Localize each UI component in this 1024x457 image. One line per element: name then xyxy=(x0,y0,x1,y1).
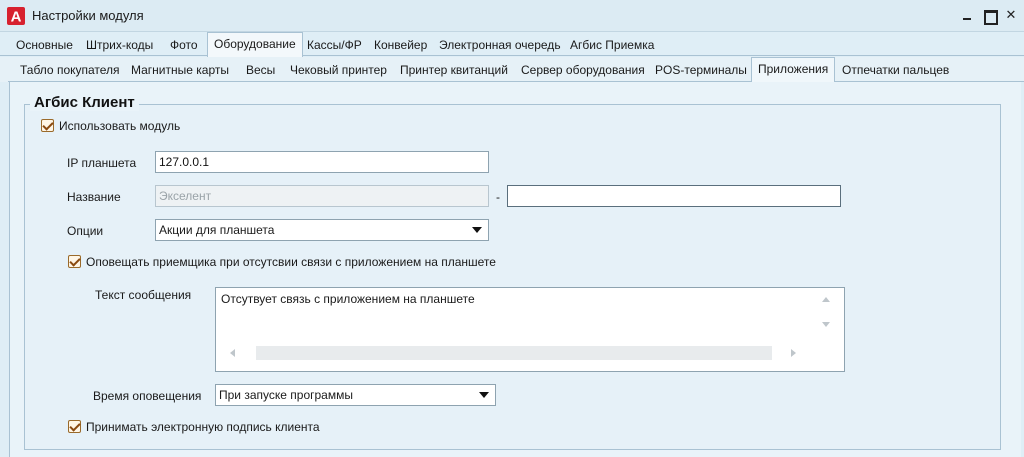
message-text: Отсутвует связь с приложением на планшет… xyxy=(221,292,475,306)
tab-ticket-printer[interactable]: Принтер квитанций xyxy=(400,61,508,81)
tab-main-basic[interactable]: Основные xyxy=(16,36,73,56)
tab-magnetic-cards[interactable]: Магнитные карты xyxy=(131,61,229,81)
tab-scales[interactable]: Весы xyxy=(246,61,275,81)
tab-main-agbis-reception[interactable]: Агбис Приемка xyxy=(570,36,654,56)
group-title: Агбис Клиент xyxy=(30,94,139,111)
name-suffix-input[interactable] xyxy=(507,185,841,207)
svg-text:A: A xyxy=(11,9,22,26)
applications-panel: Агбис Клиент Использовать модуль IP план… xyxy=(9,82,1021,457)
options-select-value: Акции для планшета xyxy=(159,223,275,237)
signature-label: Принимать электронную подпись клиента xyxy=(86,420,320,434)
equipment-tabs: Табло покупателя Магнитные карты Весы Че… xyxy=(0,57,1024,82)
tab-main-conveyor[interactable]: Конвейер xyxy=(374,36,427,56)
name-separator: - xyxy=(496,190,500,204)
minimize-button[interactable] xyxy=(958,6,976,24)
window-titlebar: A Настройки модуля ✕ xyxy=(0,0,1024,32)
scroll-down-icon[interactable] xyxy=(822,322,830,327)
ip-label: IP планшета xyxy=(67,156,137,170)
tab-receipt-printer[interactable]: Чековый принтер xyxy=(290,61,387,81)
use-module-checkbox[interactable] xyxy=(41,119,54,132)
horizontal-scrollbar[interactable] xyxy=(256,346,772,360)
tab-main-equipment[interactable]: Оборудование xyxy=(207,32,303,57)
options-select[interactable]: Акции для планшета xyxy=(155,219,489,241)
tab-main-photo[interactable]: Фото xyxy=(170,36,198,56)
notify-checkbox[interactable] xyxy=(68,255,81,268)
window-title: Настройки модуля xyxy=(32,8,144,23)
signature-checkbox[interactable] xyxy=(68,420,81,433)
notify-time-select[interactable]: При запуске программы xyxy=(215,384,496,406)
ip-input[interactable] xyxy=(155,151,489,173)
tab-equipment-server[interactable]: Сервер оборудования xyxy=(521,61,645,81)
scroll-right-icon[interactable] xyxy=(791,349,796,357)
scroll-up-icon[interactable] xyxy=(822,297,830,302)
tab-pos-terminals[interactable]: POS-терминалы xyxy=(655,61,747,81)
name-input xyxy=(155,185,489,207)
maximize-button[interactable] xyxy=(980,6,998,25)
tab-customer-display[interactable]: Табло покупателя xyxy=(20,61,120,81)
scroll-left-icon[interactable] xyxy=(230,349,235,357)
tab-applications[interactable]: Приложения xyxy=(751,57,836,82)
agbis-logo-icon: A xyxy=(7,7,25,25)
dropdown-arrow-icon xyxy=(479,392,489,398)
tab-main-cash-registers[interactable]: Кассы/ФР xyxy=(307,36,362,56)
name-label: Название xyxy=(67,190,121,204)
dropdown-arrow-icon xyxy=(472,227,482,233)
notify-time-label: Время оповещения xyxy=(93,389,202,403)
use-module-label: Использовать модуль xyxy=(59,119,181,133)
options-label: Опции xyxy=(67,224,104,238)
tab-main-barcodes[interactable]: Штрих-коды xyxy=(86,36,153,56)
tab-main-e-queue[interactable]: Электронная очередь xyxy=(439,36,561,56)
message-label: Текст сообщения xyxy=(95,288,192,302)
main-tabs: Основные Штрих-коды Фото Оборудование Ка… xyxy=(0,32,1024,57)
close-button[interactable]: ✕ xyxy=(1002,6,1020,24)
notify-time-select-value: При запуске программы xyxy=(219,388,353,402)
notify-label: Оповещать приемщика при отсутсвии связи … xyxy=(86,255,496,269)
tab-fingerprints[interactable]: Отпечатки пальцев xyxy=(842,61,949,81)
